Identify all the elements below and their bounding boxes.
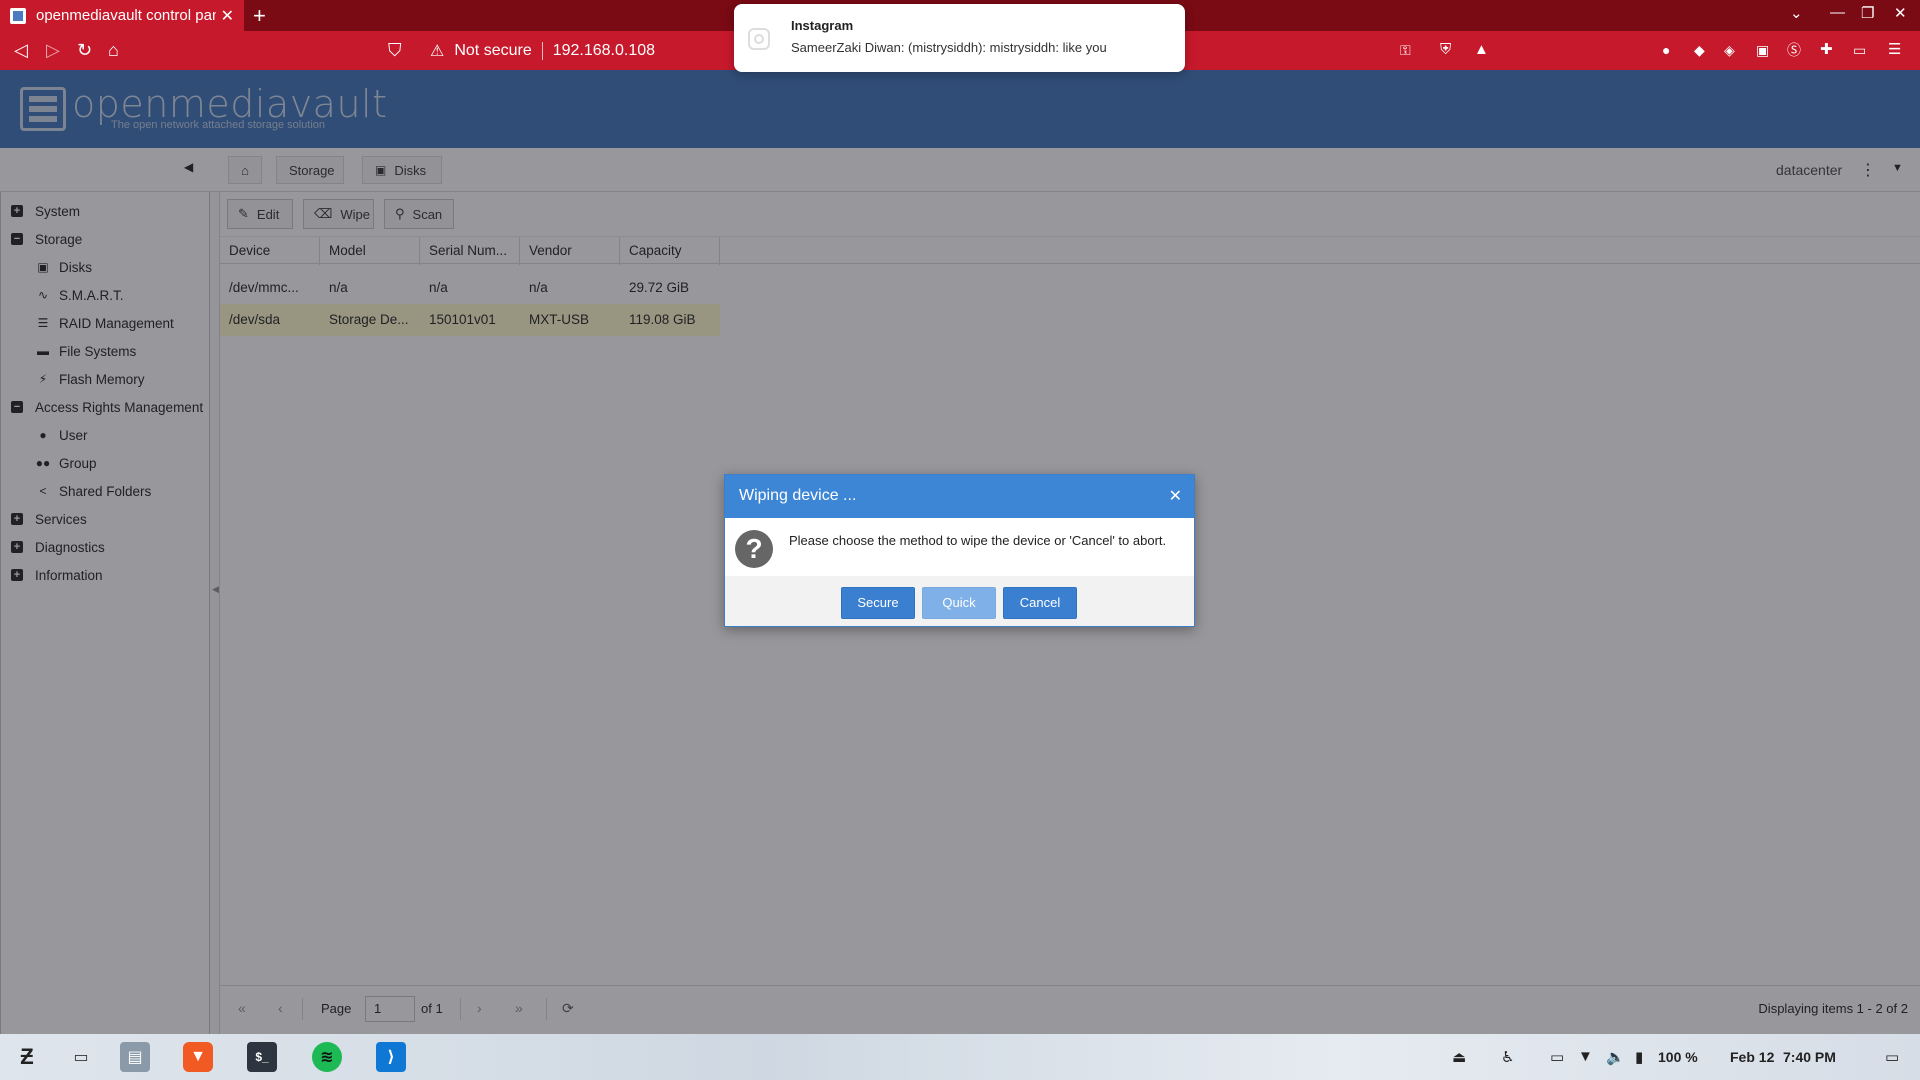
extension-icon[interactable]: ● — [1662, 39, 1670, 61]
key-icon[interactable]: ⚿ — [1400, 39, 1411, 61]
close-icon[interactable]: ✕ — [1169, 486, 1182, 506]
workspace-icon[interactable]: ▭ — [66, 1042, 96, 1072]
address-bar[interactable]: ⚠ Not secure 192.168.0.108 — [430, 38, 655, 64]
dialog-title: Wiping device ... — [739, 487, 857, 504]
clock-time[interactable]: 7:40 PM — [1783, 1049, 1836, 1065]
notification-message: SameerZaki Diwan: (mistrysiddh): mistrys… — [791, 40, 1107, 55]
browser-tab[interactable]: openmediavault control pane ✕ — [0, 0, 244, 31]
cancel-button[interactable]: Cancel — [1003, 587, 1077, 619]
reload-icon[interactable]: ↻ — [77, 39, 92, 61]
accessibility-icon[interactable]: ♿ — [1501, 1048, 1514, 1066]
taskbar: Ƶ ▭ ▤ ▼ $_ ≋ ⟩ ⏏ ♿ ▭ ▼ 🔈 ▮ 100 % Feb 12 … — [0, 1034, 1920, 1080]
wifi-icon[interactable]: ▼ — [1578, 1048, 1593, 1065]
extension-icon[interactable]: ◈ — [1724, 39, 1735, 61]
tab-list-icon[interactable]: ⌄ — [1790, 4, 1803, 22]
notification-app: Instagram — [791, 18, 854, 33]
omv-favicon-icon — [10, 7, 26, 24]
bookmark-icon[interactable]: ⛉ — [388, 39, 402, 61]
maximize-icon[interactable]: ❐ — [1861, 4, 1874, 22]
extension-icon[interactable]: ◆ — [1694, 39, 1705, 61]
back-icon[interactable]: ◁ — [14, 39, 28, 61]
spotify-icon[interactable]: ≋ — [312, 1042, 342, 1072]
vscode-icon[interactable]: ⟩ — [376, 1042, 406, 1072]
not-secure-label: Not secure — [454, 42, 532, 59]
brave-icon[interactable]: ▼ — [183, 1042, 213, 1072]
tab-title: openmediavault control pane — [36, 7, 216, 24]
files-icon[interactable]: ▤ — [120, 1042, 150, 1072]
wipe-dialog: Wiping device ... ✕ ? Please choose the … — [724, 474, 1195, 627]
tab-close-icon[interactable]: ✕ — [221, 6, 234, 26]
minimize-icon[interactable]: — — [1830, 4, 1845, 21]
instagram-icon — [748, 28, 770, 50]
eject-icon[interactable]: ⏏ — [1452, 1048, 1466, 1066]
dialog-message: Please choose the method to wipe the dev… — [789, 533, 1167, 548]
battery-icon[interactable]: ▮ — [1635, 1048, 1643, 1066]
puzzle-icon[interactable]: ✚ — [1820, 39, 1833, 61]
dialog-header[interactable]: Wiping device ... ✕ — [725, 475, 1194, 518]
home-icon[interactable]: ⌂ — [108, 39, 119, 61]
close-window-icon[interactable]: ✕ — [1894, 4, 1907, 22]
menu-icon[interactable]: ☰ — [1888, 39, 1901, 61]
volume-percentage: 100 % — [1658, 1049, 1698, 1065]
volume-icon[interactable]: 🔈 — [1606, 1048, 1625, 1066]
show-desktop-icon[interactable]: ▭ — [1885, 1048, 1899, 1066]
quick-button[interactable]: Quick — [922, 587, 996, 619]
forward-icon[interactable]: ▷ — [46, 39, 60, 61]
question-icon: ? — [735, 530, 773, 568]
extension-icon[interactable]: Ⓢ — [1787, 39, 1801, 61]
url-text: 192.168.0.108 — [552, 42, 656, 59]
display-icon[interactable]: ▭ — [1550, 1048, 1564, 1066]
instagram-notification[interactable]: Instagram SameerZaki Diwan: (mistrysiddh… — [734, 4, 1185, 72]
clock-date[interactable]: Feb 12 — [1730, 1049, 1774, 1065]
terminal-icon[interactable]: $_ — [247, 1042, 277, 1072]
warning-icon: ⚠ — [430, 43, 445, 60]
brave-rewards-icon[interactable]: ▲ — [1474, 39, 1489, 61]
wallet-icon[interactable]: ▭ — [1853, 39, 1866, 61]
extension-icon[interactable]: ▣ — [1756, 39, 1769, 61]
brave-shield-icon[interactable]: ⛨ — [1440, 39, 1451, 61]
secure-button[interactable]: Secure — [841, 587, 915, 619]
dialog-body: ? Please choose the method to wipe the d… — [725, 518, 1194, 576]
new-tab-icon[interactable]: + — [253, 3, 266, 29]
zorin-menu-icon[interactable]: Ƶ — [12, 1042, 42, 1072]
